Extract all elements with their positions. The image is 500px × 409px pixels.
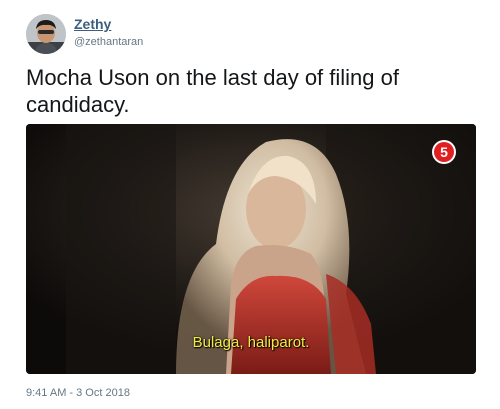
display-name[interactable]: Zethy — [74, 16, 111, 32]
video-subtitle: Bulaga, haliparot. — [192, 334, 310, 351]
user-handle[interactable]: @zethantaran — [74, 36, 143, 48]
profile-photo-icon — [26, 14, 66, 54]
tweet-media-image[interactable]: 5 Bulaga, haliparot. — [26, 124, 476, 374]
avatar[interactable] — [26, 14, 66, 54]
channel-logo-icon: 5 — [434, 142, 454, 162]
tweet-timestamp[interactable]: 9:41 AM - 3 Oct 2018 — [26, 387, 130, 399]
tweet-card: Zethy @zethantaran Mocha Uson on the las… — [0, 0, 500, 409]
tweet-text: Mocha Uson on the last day of filing of … — [26, 65, 399, 117]
